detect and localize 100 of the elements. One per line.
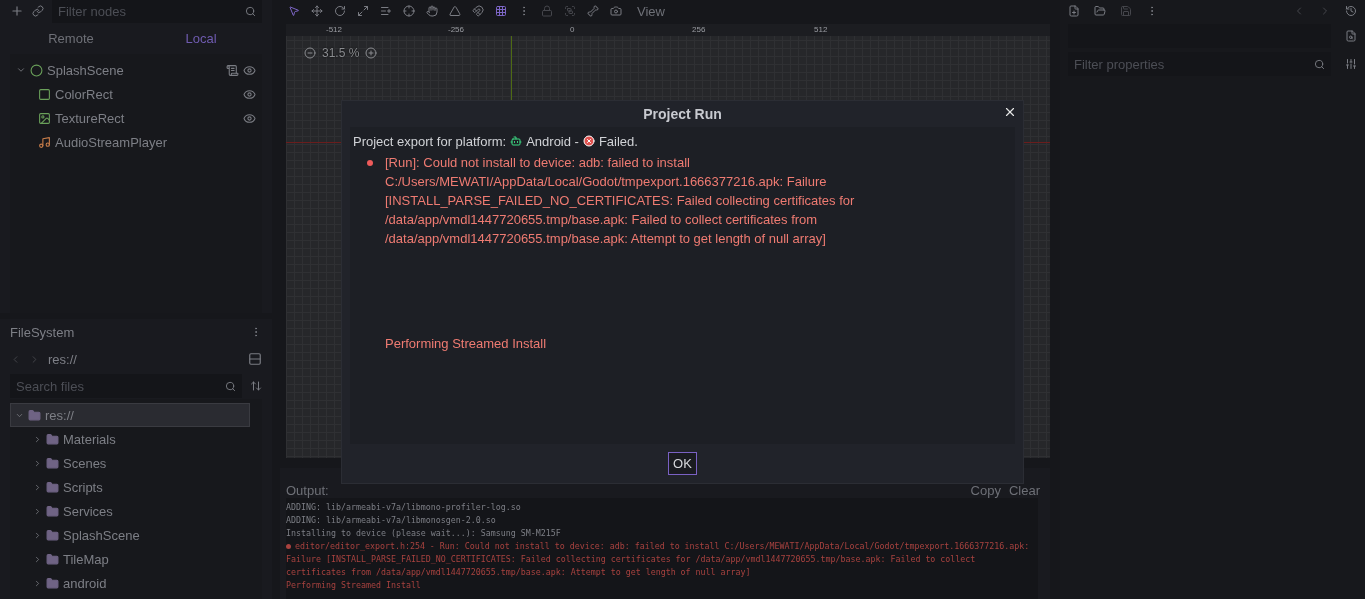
log-line: Installing to device (please wait...): Samsung SM-M215F bbox=[286, 527, 562, 540]
layout-icon[interactable] bbox=[248, 352, 262, 366]
platform-name: Android - bbox=[526, 133, 579, 149]
magnet-icon[interactable] bbox=[472, 5, 484, 17]
list-icon[interactable] bbox=[380, 5, 392, 17]
ruler-label: -512 bbox=[326, 24, 343, 36]
new-file-icon[interactable] bbox=[1068, 5, 1080, 17]
node-name[interactable]: ColorRect bbox=[55, 86, 239, 102]
folder-name: SplashScene bbox=[63, 527, 141, 543]
search-icon bbox=[245, 5, 256, 17]
folder-icon bbox=[46, 504, 59, 518]
error-message: Performing Streamed Install bbox=[385, 335, 548, 353]
search-icon bbox=[225, 380, 236, 392]
result-text: Failed. bbox=[598, 133, 638, 149]
folder-row[interactable]: Materials bbox=[10, 427, 250, 451]
eye-icon[interactable] bbox=[243, 111, 256, 125]
node-name[interactable]: TextureRect bbox=[55, 110, 239, 126]
zoom-level[interactable]: 31.5 % bbox=[322, 46, 360, 60]
view-menu[interactable]: View bbox=[633, 3, 669, 19]
folder-row[interactable]: SplashScene bbox=[10, 523, 250, 547]
add-icon[interactable] bbox=[10, 4, 24, 18]
search-icon bbox=[1314, 58, 1325, 70]
status-text: Project export for platform: bbox=[353, 133, 507, 149]
sliders-icon[interactable] bbox=[1345, 58, 1357, 70]
folder-name: res:// bbox=[45, 407, 75, 423]
node-name[interactable]: SplashScene bbox=[47, 62, 222, 78]
output-button[interactable]: Copy bbox=[966, 483, 1005, 498]
folder-name: Services bbox=[63, 503, 114, 519]
output-button[interactable]: Clear bbox=[1004, 483, 1044, 498]
zoom-out-icon[interactable] bbox=[304, 47, 316, 59]
dock-tab[interactable]: Remote bbox=[10, 23, 132, 53]
log-line: ADDING: lib/armeabi-v7a/libmono-profiler-log.so bbox=[286, 501, 522, 514]
eye-icon[interactable] bbox=[243, 87, 256, 101]
collapse-icon[interactable] bbox=[16, 65, 26, 75]
folder-row[interactable]: Scripts bbox=[10, 475, 250, 499]
doc-search-icon[interactable] bbox=[1345, 30, 1357, 42]
folder-icon bbox=[46, 432, 59, 446]
dock-title: FileSystem bbox=[10, 324, 76, 340]
triangle-icon[interactable] bbox=[449, 5, 461, 17]
expand-icon[interactable] bbox=[33, 554, 42, 564]
folder-icon bbox=[46, 480, 59, 494]
ruler-label: -256 bbox=[448, 24, 465, 36]
robot-icon bbox=[510, 135, 523, 147]
error-message: [Run]: Could not install to device: adb: failed to install C:/Users/MEWATI/AppData/Local/Godot/tmpexport.1666377216.apk: Failure [INSTALL_PARSE_FAILED_NO_CERTIFICATES: Failed collecting certificates for /data/app/vmdl1447720655.tmp/base.apk: Failed to collect certificates from /data/app/vmdl1447720655.tmp/base.apk: Attempt to get length of null array] bbox=[385, 154, 856, 248]
camera-icon[interactable] bbox=[610, 5, 622, 17]
move-icon[interactable] bbox=[311, 5, 323, 17]
log-line: editor/editor_export.h:254 - Run: Could not install to device: adb: failed to install C:/Users/MEWATI/AppData/Local/Godot/tmpexport.1666377216.apk: Failure [INSTALL_PARSE_FAILED_NO_CERTIFICATES: Failed collecting certificates for /data/app/vmdl1447720655.tmp/base.apk: Failed to collect certificates from /data/app/vmdl1447720655.tmp/base.apk: Attempt to get length of null array] bbox=[286, 540, 1031, 579]
scale-icon[interactable] bbox=[357, 5, 369, 17]
close-icon[interactable] bbox=[1003, 105, 1017, 119]
rotate-icon[interactable] bbox=[334, 5, 346, 17]
ruler-label: 256 bbox=[692, 24, 707, 36]
image-icon bbox=[38, 111, 51, 125]
folder-row[interactable]: TileMap bbox=[10, 547, 250, 571]
folder-row[interactable]: android bbox=[10, 571, 250, 595]
dock-tab[interactable]: Local bbox=[140, 23, 262, 53]
folder-row[interactable]: Services bbox=[10, 499, 250, 523]
save-icon[interactable] bbox=[1120, 5, 1132, 17]
expand-icon[interactable] bbox=[33, 482, 42, 492]
folder-name: Scripts bbox=[63, 479, 104, 495]
folder-icon bbox=[46, 456, 59, 470]
music-note-icon bbox=[38, 135, 51, 149]
expand-icon[interactable] bbox=[33, 458, 42, 468]
folder-name: Materials bbox=[63, 431, 117, 447]
expand-icon[interactable] bbox=[33, 578, 42, 588]
folder-icon[interactable] bbox=[1094, 5, 1106, 17]
zoom-in-icon[interactable] bbox=[365, 47, 378, 59]
ruler-label: 512 bbox=[814, 24, 829, 36]
square-icon bbox=[38, 87, 51, 101]
log-line: Performing Streamed Install bbox=[286, 579, 422, 592]
circle-icon bbox=[30, 63, 43, 77]
error-bullet bbox=[367, 160, 373, 166]
folder-name: android bbox=[63, 575, 108, 591]
grid-icon[interactable] bbox=[495, 5, 507, 17]
folder-row[interactable]: res:// bbox=[10, 403, 250, 427]
node-name[interactable]: AudioStreamPlayer bbox=[55, 134, 262, 150]
bone-icon[interactable] bbox=[587, 5, 599, 17]
link-icon[interactable] bbox=[32, 5, 44, 17]
folder-icon bbox=[46, 576, 59, 590]
pointer-icon[interactable] bbox=[288, 5, 300, 17]
hand-icon[interactable] bbox=[426, 5, 438, 17]
eye-icon[interactable] bbox=[243, 63, 256, 77]
output-title: Output: bbox=[286, 483, 330, 498]
sort-icon[interactable] bbox=[250, 380, 262, 392]
folder-icon bbox=[46, 528, 59, 542]
folder-name: TileMap bbox=[63, 551, 110, 567]
ruler-label: 0 bbox=[570, 24, 576, 36]
folder-icon bbox=[28, 408, 41, 422]
folder-row[interactable]: Scenes bbox=[10, 451, 250, 475]
error-icon bbox=[582, 135, 595, 147]
expand-icon[interactable] bbox=[33, 530, 42, 540]
folder-icon bbox=[46, 552, 59, 566]
dialog-title: Project Run bbox=[643, 106, 722, 122]
log-line: ADDING: lib/armeabi-v7a/libmonosgen-2.0.so bbox=[286, 514, 497, 527]
expand-icon[interactable] bbox=[33, 506, 42, 516]
expand-icon[interactable] bbox=[33, 434, 42, 444]
script-icon[interactable] bbox=[226, 63, 239, 77]
crosshair-icon[interactable] bbox=[403, 5, 415, 17]
history-icon[interactable] bbox=[1345, 5, 1357, 17]
folder-name: Scenes bbox=[63, 455, 108, 471]
ok-button[interactable]: OK bbox=[668, 452, 697, 475]
